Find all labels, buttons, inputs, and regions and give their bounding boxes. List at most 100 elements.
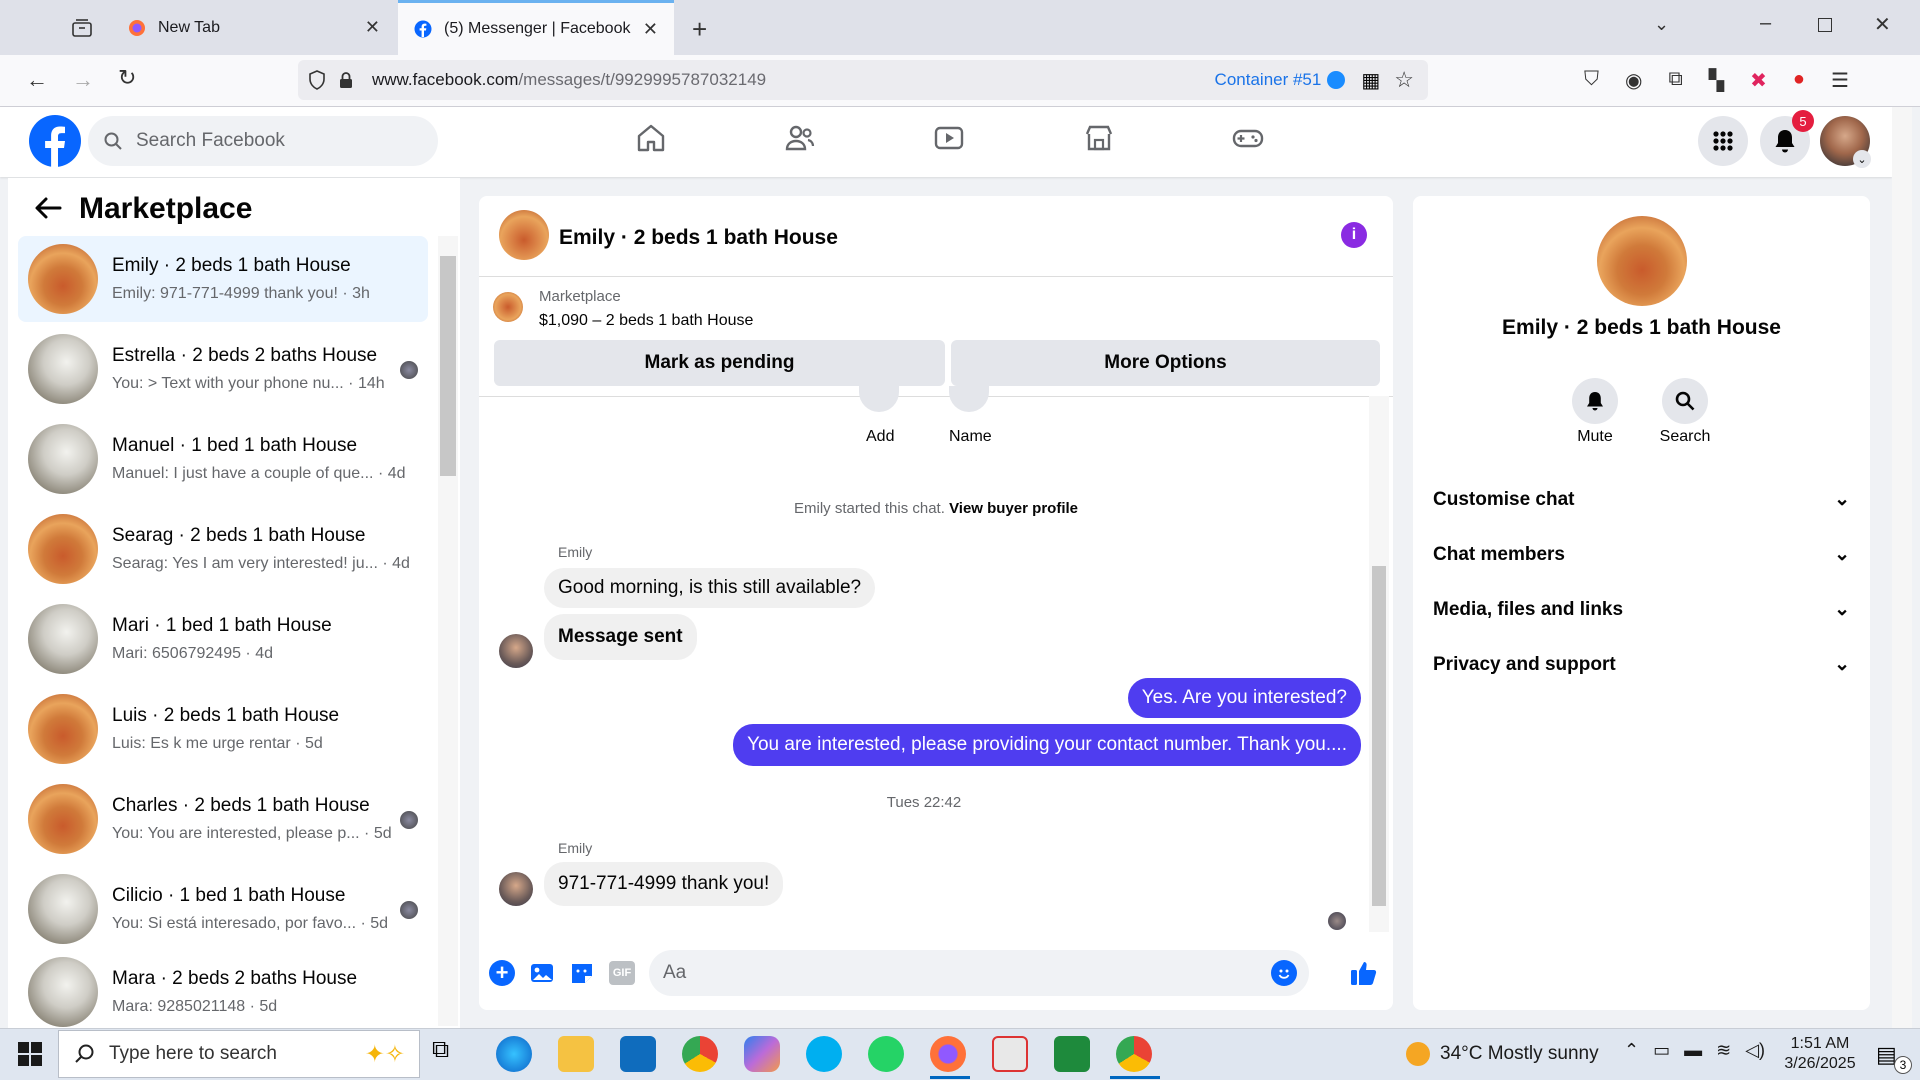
- friends-icon[interactable]: [784, 122, 816, 154]
- new-tab-icon[interactable]: +: [692, 14, 707, 45]
- facebook-search-input[interactable]: Search Facebook: [88, 116, 438, 166]
- wifi-icon[interactable]: ≋: [1716, 1040, 1731, 1061]
- listing-price-title[interactable]: $1,090 – 2 beds 1 bath House: [539, 312, 753, 330]
- lock-icon[interactable]: [338, 71, 354, 89]
- tab-new-tab[interactable]: New Tab ✕: [112, 0, 396, 55]
- customise-chat-section[interactable]: Customise chat ⌄: [1433, 488, 1850, 511]
- message-bubble[interactable]: Message sent: [544, 614, 697, 660]
- file-explorer-icon[interactable]: [558, 1036, 594, 1072]
- battery-icon[interactable]: ▬: [1684, 1040, 1702, 1061]
- gif-button[interactable]: GIF: [609, 961, 635, 985]
- chrome-icon[interactable]: [682, 1036, 718, 1072]
- close-tab-icon[interactable]: ✕: [365, 17, 380, 38]
- conversation-item[interactable]: Charles · 2 beds 1 bath House You: You ar…: [18, 776, 428, 862]
- menu-icon[interactable]: ☰: [1831, 68, 1849, 93]
- whatsapp-icon[interactable]: [868, 1036, 904, 1072]
- url-bar[interactable]: www.facebook.com /messages/t/99299957870…: [298, 60, 1428, 100]
- conversation-item[interactable]: Searag · 2 beds 1 bath House Searag: Yes …: [18, 506, 428, 592]
- chat-scrollbar[interactable]: [1369, 396, 1389, 932]
- facebook-logo[interactable]: [29, 115, 81, 167]
- chat-header-title[interactable]: Emily · 2 beds 1 bath House: [559, 226, 838, 250]
- view-buyer-profile-link[interactable]: View buyer profile: [949, 500, 1078, 517]
- emoji-icon[interactable]: [1271, 960, 1297, 986]
- meet-icon[interactable]: ▭: [1653, 1040, 1670, 1061]
- sticker-icon[interactable]: [569, 960, 595, 986]
- conversation-item[interactable]: Estrella · 2 beds 2 baths House You: > Te…: [18, 326, 428, 412]
- page-scrollbar[interactable]: [1892, 107, 1912, 1028]
- sender-avatar[interactable]: [499, 634, 533, 668]
- thumbs-up-icon[interactable]: [1349, 958, 1379, 988]
- back-icon[interactable]: ←: [26, 67, 48, 93]
- menu-grid-icon[interactable]: [1698, 116, 1748, 166]
- mute-bell-icon[interactable]: [1572, 378, 1618, 424]
- search-conversation-icon[interactable]: [1662, 378, 1708, 424]
- account-icon[interactable]: ◉: [1625, 68, 1642, 93]
- taskbar-search-input[interactable]: Type here to search ✦✧: [58, 1030, 420, 1078]
- scrollbar-thumb[interactable]: [440, 256, 456, 476]
- conversation-item[interactable]: Mari · 1 bed 1 bath House Mari: 650679249…: [18, 596, 428, 682]
- home-icon[interactable]: [635, 122, 667, 154]
- pocket-icon[interactable]: ⛉: [1584, 68, 1599, 93]
- copilot-icon[interactable]: [744, 1036, 780, 1072]
- extension-red-icon[interactable]: ●: [1793, 68, 1805, 93]
- conversation-item[interactable]: Mara · 2 beds 2 baths House Mara: 9285021…: [18, 956, 428, 1028]
- tab-list-icon[interactable]: [70, 16, 94, 40]
- extensions-icon[interactable]: ⧉: [1668, 68, 1682, 93]
- conversation-item[interactable]: Emily · 2 beds 1 bath House Emily: 971-77…: [18, 236, 428, 322]
- plus-icon[interactable]: +: [489, 960, 515, 986]
- task-view-icon[interactable]: ⧉: [432, 1036, 468, 1072]
- container-label[interactable]: Container #51: [1215, 70, 1322, 90]
- snipping-tool-icon[interactable]: [992, 1036, 1028, 1072]
- info-icon[interactable]: i: [1341, 222, 1367, 248]
- windows-start-icon[interactable]: [18, 1042, 42, 1066]
- tab-messenger[interactable]: (5) Messenger | Facebook ✕: [398, 0, 674, 55]
- forward-icon[interactable]: →: [72, 67, 94, 93]
- edit-name-icon[interactable]: [949, 386, 989, 412]
- clock[interactable]: 1:51 AM 3/26/2025: [1768, 1034, 1872, 1074]
- apps-icon[interactable]: ▚: [1709, 68, 1724, 93]
- chat-avatar[interactable]: [499, 210, 549, 260]
- chevron-up-icon[interactable]: ⌃: [1624, 1040, 1639, 1061]
- weather-widget[interactable]: 34°C Mostly sunny: [1406, 1042, 1599, 1066]
- skype-icon[interactable]: [806, 1036, 842, 1072]
- video-icon[interactable]: [933, 122, 965, 154]
- message-bubble[interactable]: Yes. Are you interested?: [1127, 678, 1361, 718]
- message-bubble[interactable]: Good morning, is this still available?: [544, 568, 876, 608]
- chrome-profile-icon[interactable]: [1116, 1036, 1152, 1072]
- reload-icon[interactable]: ↻: [118, 65, 136, 91]
- info-avatar[interactable]: [1597, 216, 1687, 306]
- sidebar-scrollbar[interactable]: [438, 236, 458, 1026]
- privacy-support-section[interactable]: Privacy and support ⌄: [1433, 653, 1850, 676]
- extension-x-icon[interactable]: ✖: [1750, 68, 1767, 93]
- outlook-icon[interactable]: [620, 1036, 656, 1072]
- message-bubble[interactable]: 971-771-4999 thank you!: [544, 862, 784, 906]
- conversation-item[interactable]: Manuel · 1 bed 1 bath House Manuel: I jus…: [18, 416, 428, 502]
- bookmark-star-icon[interactable]: ☆: [1394, 67, 1414, 93]
- qr-icon[interactable]: ▦: [1361, 68, 1380, 93]
- message-input[interactable]: Aa: [649, 950, 1309, 996]
- minimize-icon[interactable]: –: [1760, 12, 1771, 35]
- more-options-button[interactable]: More Options: [951, 340, 1380, 386]
- back-arrow-icon[interactable]: [34, 196, 62, 220]
- marketplace-icon[interactable]: [1083, 122, 1115, 154]
- maximize-icon[interactable]: [1818, 18, 1832, 32]
- chat-members-section[interactable]: Chat members ⌄: [1433, 543, 1850, 566]
- firefox-taskbar-icon[interactable]: [930, 1036, 966, 1072]
- account-chevron-icon[interactable]: ⌄: [1853, 150, 1871, 168]
- add-person-icon[interactable]: [859, 386, 899, 412]
- mark-as-pending-button[interactable]: Mark as pending: [494, 340, 945, 386]
- photo-icon[interactable]: [529, 960, 555, 986]
- volume-icon[interactable]: ◁): [1745, 1040, 1765, 1061]
- chevron-down-icon[interactable]: ⌄: [1654, 14, 1669, 35]
- scrollbar-thumb[interactable]: [1372, 566, 1386, 906]
- close-window-icon[interactable]: ✕: [1874, 12, 1891, 37]
- media-files-links-section[interactable]: Media, files and links ⌄: [1433, 598, 1850, 621]
- shield-icon[interactable]: [308, 70, 326, 90]
- sender-avatar[interactable]: [499, 872, 533, 906]
- gaming-icon[interactable]: [1232, 122, 1264, 154]
- conversation-item[interactable]: Luis · 2 beds 1 bath House Luis: Es k me …: [18, 686, 428, 772]
- message-bubble[interactable]: You are interested, please providing you…: [733, 724, 1361, 766]
- conversation-item[interactable]: Cilicio · 1 bed 1 bath House You: Si está…: [18, 866, 428, 952]
- edge-icon[interactable]: [496, 1036, 532, 1072]
- close-tab-icon[interactable]: ✕: [643, 19, 658, 40]
